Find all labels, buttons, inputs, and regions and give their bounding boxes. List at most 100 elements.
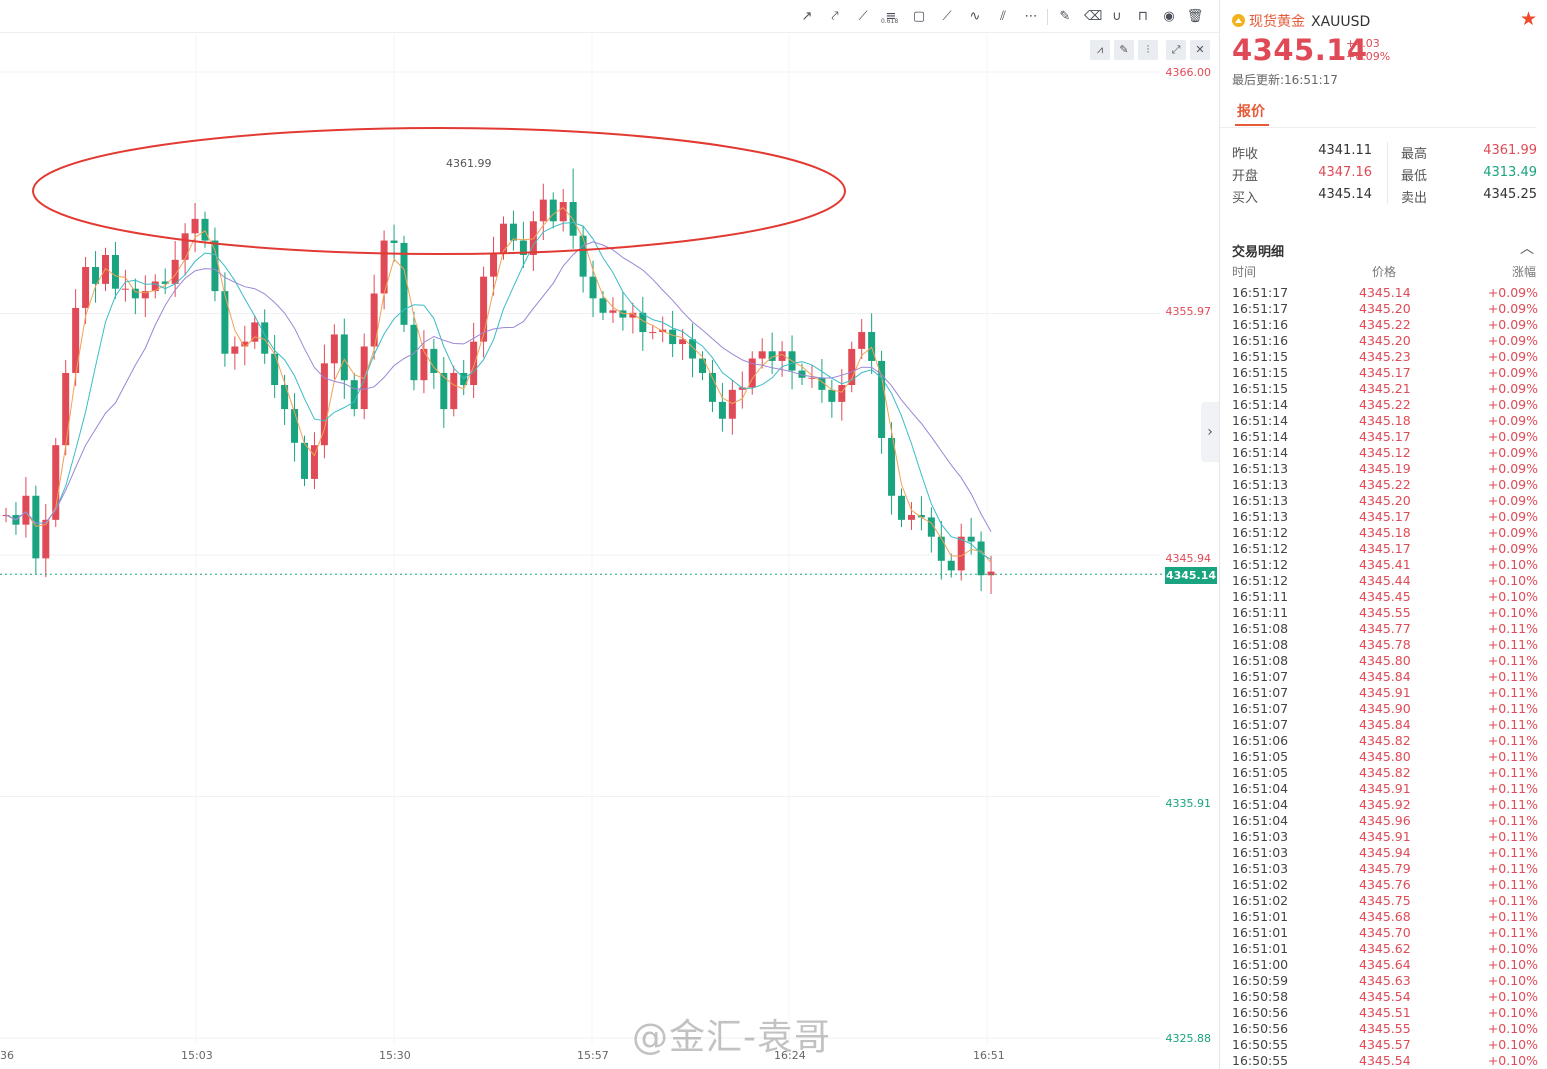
price-axis-label: 4335.91 [1165, 797, 1212, 810]
trade-row: 16:51:14 4345.18 +0.09% [1232, 413, 1538, 429]
active-tab-indicator [1235, 124, 1269, 126]
eye-icon[interactable]: ◉ [1160, 8, 1178, 26]
parallel-channel-icon[interactable]: ⟋ [938, 8, 956, 26]
app-root: ↗ ⤤ ⟋ ≡ ▢ ⟋ ∿ ⫽ ⋯ ✎ ⌫ ∪ ⊓ ◉ 🗑 0.618 ⩘ ✎ ⫶ ⤢ ✕ 4361.99 4… [0, 0, 1547, 1069]
chart-panel[interactable]: ↗ ⤤ ⟋ ≡ ▢ ⟋ ∿ ⫽ ⋯ ✎ ⌫ ∪ ⊓ ◉ 🗑 0.618 ⩘ ✎ ⫶ ⤢ ✕ 4361.99 4… [0, 0, 1219, 1069]
ray-icon[interactable]: ⤤ [826, 8, 844, 26]
trades-list[interactable]: 16:51:17 4345.14 +0.09% 16:51:17 4345.20 +0.0… [1232, 285, 1538, 1069]
trade-price: 4345.78 [1359, 637, 1411, 652]
trade-price: 4345.68 [1359, 909, 1411, 924]
trade-row: 16:51:01 4345.68 +0.11% [1232, 909, 1538, 925]
trade-change: +0.11% [1487, 685, 1538, 700]
time-axis-label: 36 [0, 1049, 14, 1062]
ask-label: 卖出 [1401, 191, 1428, 206]
trade-row: 16:50:56 4345.55 +0.10% [1232, 1021, 1538, 1037]
trade-change: +0.11% [1487, 749, 1538, 764]
candle-body [291, 409, 299, 443]
trade-change: +0.09% [1487, 461, 1538, 476]
trade-change: +0.11% [1487, 717, 1538, 732]
candle-body [350, 380, 358, 410]
trade-price: 4345.18 [1359, 525, 1411, 540]
trade-row: 16:51:14 4345.12 +0.09% [1232, 445, 1538, 461]
favorite-star-icon[interactable]: ★ [1520, 8, 1537, 30]
trade-time: 16:51:11 [1232, 605, 1289, 620]
candle-body [689, 339, 697, 359]
chevron-up-icon[interactable]: ︿ [1520, 238, 1534, 258]
trade-change: +0.11% [1487, 733, 1538, 748]
candle-body [410, 324, 418, 381]
trade-price: 4345.63 [1359, 973, 1411, 988]
annotation-ellipse [32, 127, 846, 255]
trade-price: 4345.55 [1359, 1021, 1411, 1036]
note-icon[interactable]: ✎ [1056, 8, 1074, 26]
trade-price: 4345.82 [1359, 733, 1411, 748]
trade-time: 16:51:11 [1232, 589, 1289, 604]
trade-change: +0.09% [1487, 429, 1538, 444]
polyline-icon[interactable]: ∿ [966, 8, 984, 26]
trade-change: +0.11% [1487, 925, 1538, 940]
trade-time: 16:51:12 [1232, 557, 1289, 572]
candle-body [231, 346, 239, 354]
trade-price: 4345.18 [1359, 413, 1411, 428]
trade-price: 4345.23 [1359, 349, 1411, 364]
trade-row: 16:51:17 4345.20 +0.09% [1232, 301, 1538, 317]
trade-time: 16:51:12 [1232, 573, 1289, 588]
trash-icon[interactable]: 🗑 [1186, 8, 1204, 26]
pitchfork-icon[interactable]: ⫽ [994, 8, 1012, 26]
trade-time: 16:51:04 [1232, 797, 1289, 812]
trade-price: 4345.70 [1359, 925, 1411, 940]
rectangle-icon[interactable]: ▢ [910, 8, 928, 26]
fibonacci-label: 0.618 [881, 18, 899, 25]
trade-time: 16:51:12 [1232, 525, 1289, 540]
candle-body [221, 291, 229, 354]
trade-time: 16:51:14 [1232, 397, 1289, 412]
divider [1387, 142, 1388, 204]
trade-change: +0.09% [1487, 477, 1538, 492]
tab-quote[interactable]: 报价 [1237, 101, 1265, 121]
candle-body [42, 519, 50, 559]
drawing-toolbar: ↗ ⤤ ⟋ ≡ ▢ ⟋ ∿ ⫽ ⋯ ✎ ⌫ ∪ ⊓ ◉ 🗑 0.618 [0, 0, 1219, 33]
trade-change: +0.11% [1487, 653, 1538, 668]
magnet-icon[interactable]: ∪ [1108, 8, 1126, 26]
panel-collapse-handle[interactable]: › [1201, 402, 1219, 462]
trade-price: 4345.17 [1359, 509, 1411, 524]
trade-time: 16:51:04 [1232, 781, 1289, 796]
time-axis-label: 15:03 [181, 1049, 213, 1062]
trade-time: 16:51:04 [1232, 813, 1289, 828]
trade-change: +0.10% [1487, 1037, 1538, 1052]
trade-row: 16:51:03 4345.91 +0.11% [1232, 829, 1538, 845]
trade-price: 4345.51 [1359, 1005, 1411, 1020]
candle-body [82, 267, 90, 308]
trade-price: 4345.45 [1359, 589, 1411, 604]
divider [1220, 127, 1536, 128]
trade-change: +0.10% [1487, 589, 1538, 604]
trade-row: 16:51:12 4345.18 +0.09% [1232, 525, 1538, 541]
trade-time: 16:51:06 [1232, 733, 1289, 748]
candle-body [490, 252, 498, 277]
trade-price: 4345.22 [1359, 317, 1411, 332]
trade-price: 4345.22 [1359, 477, 1411, 492]
trade-row: 16:51:16 4345.22 +0.09% [1232, 317, 1538, 333]
trend-line-icon[interactable]: ↗ [798, 8, 816, 26]
trade-price: 4345.41 [1359, 557, 1411, 572]
trade-change: +0.10% [1487, 957, 1538, 972]
candle-body [549, 199, 557, 222]
trade-price: 4345.64 [1359, 957, 1411, 972]
extended-line-icon[interactable]: ⟋ [854, 8, 872, 26]
lock-icon[interactable]: ⊓ [1134, 8, 1152, 26]
trade-time: 16:50:58 [1232, 989, 1289, 1004]
trade-row: 16:51:02 4345.76 +0.11% [1232, 877, 1538, 893]
low-value: 4313.49 [1483, 165, 1537, 180]
trade-change: +0.09% [1487, 349, 1538, 364]
eraser-icon[interactable]: ⌫ [1084, 8, 1102, 26]
trade-price: 4345.22 [1359, 397, 1411, 412]
trade-time: 16:51:01 [1232, 941, 1289, 956]
more-icon[interactable]: ⋯ [1022, 8, 1040, 26]
high-value: 4361.99 [1483, 143, 1537, 158]
trade-change: +0.11% [1487, 781, 1538, 796]
trade-time: 16:51:01 [1232, 925, 1289, 940]
trade-price: 4345.90 [1359, 701, 1411, 716]
prev-close-value: 4341.11 [1318, 143, 1372, 158]
ask-value: 4345.25 [1483, 187, 1537, 202]
candlestick-chart[interactable] [0, 34, 1219, 1044]
